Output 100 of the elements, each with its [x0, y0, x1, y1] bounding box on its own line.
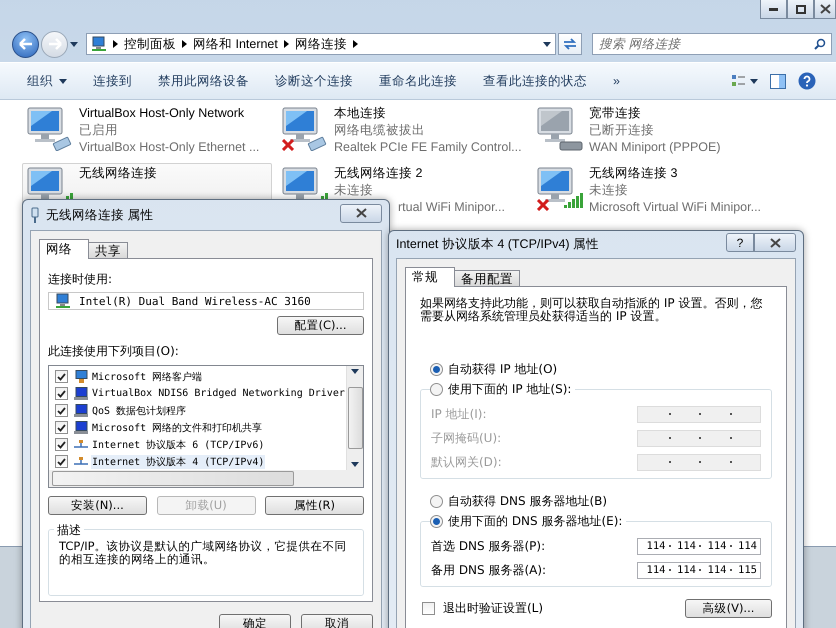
adapter-name: Microsoft Virtual WiFi Minipor...: [589, 199, 762, 216]
close-icon: [356, 208, 366, 218]
checkbox[interactable]: [55, 370, 68, 383]
address-octet: 114: [677, 564, 696, 576]
dialog-title: 无线网络连接 属性: [30, 206, 154, 224]
configure-button[interactable]: 配置(C)...: [277, 316, 364, 335]
action-button[interactable]: 属性(R): [265, 496, 364, 515]
component-item[interactable]: Internet 协议版本 4 (TCP/IPv4): [91, 454, 266, 468]
connection-item[interactable]: VirtualBox Host-Only Network 已启用 VirtualBox Host-Only Ethernet ...: [22, 103, 277, 161]
tab[interactable]: 共享: [88, 242, 128, 259]
tab[interactable]: 网络: [39, 239, 89, 259]
toolbar-button[interactable]: 诊断这个连接: [266, 68, 362, 94]
breadcrumb-link[interactable]: 网络和 Internet: [193, 36, 278, 52]
tab[interactable]: 备用配置: [454, 270, 520, 287]
help-button[interactable]: ?: [726, 233, 754, 252]
field-label: 默认网关(D):: [431, 454, 502, 470]
radio-button[interactable]: [430, 382, 443, 396]
component-item[interactable]: Microsoft 网络客户端: [91, 370, 204, 384]
network-computer-icon: [27, 107, 73, 151]
address-octet: 115: [738, 564, 757, 576]
protocol-icon: [74, 457, 88, 466]
recent-pages-caret-icon: [70, 42, 78, 46]
toolbar-button[interactable]: 查看此连接的状态: [474, 68, 596, 94]
view-list-icon: [732, 74, 758, 88]
breadcrumb-link[interactable]: 控制面板: [124, 36, 176, 52]
field-label: 子网掩码(U):: [431, 430, 502, 446]
radio-button[interactable]: [430, 514, 443, 528]
address-octet: 114: [738, 540, 757, 552]
adapter-name: Realtek PCIe FE Family Control...: [334, 139, 522, 156]
address-bar[interactable]: 控制面板 网络和 Internet 网络连接: [86, 33, 556, 55]
dns-address-field[interactable]: 114 114 114 115: [637, 562, 761, 578]
radio-button[interactable]: [430, 494, 443, 508]
connection-status: 已断开连接: [589, 122, 654, 139]
minimize-icon: [769, 8, 778, 10]
minimize-button[interactable]: [760, 0, 787, 19]
address-octet: 114: [708, 540, 726, 552]
connection-name: 无线网络连接: [79, 165, 157, 182]
connection-item[interactable]: 本地连接 网络电缆被拔出 Realtek PCIe FE Family Control...: [277, 103, 532, 161]
toolbar-button[interactable]: 重命名此连接: [370, 68, 466, 94]
radio-label: 自动获得 IP 地址(O): [448, 360, 558, 378]
search-icon: [814, 38, 826, 50]
arrow-right-icon: [48, 38, 62, 50]
checkbox[interactable]: [55, 387, 68, 400]
tab[interactable]: 常规: [405, 267, 455, 287]
back-button[interactable]: [12, 30, 39, 58]
checkbox[interactable]: [55, 438, 68, 451]
component-item[interactable]: Microsoft 网络的文件和打印机共享: [91, 420, 264, 434]
toolbar-button[interactable]: 禁用此网络设备: [149, 68, 258, 94]
adapter-name: VirtualBox Host-Only Ethernet ...: [79, 139, 260, 156]
radio-label: 使用下面的 IP 地址(S):: [448, 380, 572, 398]
computer-icon: [74, 404, 88, 418]
intro-text: 如果网络支持此功能，则可以获取自动指派的 IP 设置。否则，您需要从网络系统管理员处获得适当的 IP 设置。: [420, 297, 764, 323]
radio-dot-icon: [433, 366, 440, 372]
caret-icon: [351, 462, 359, 467]
search-field[interactable]: 搜索 网络连接: [592, 33, 832, 55]
close-icon: [770, 238, 780, 248]
close-icon: [820, 4, 830, 14]
connection-name: 宽带连接: [589, 105, 641, 122]
component-item[interactable]: VirtualBox NDIS6 Bridged Networking Driver: [91, 388, 346, 399]
checkbox[interactable]: [55, 455, 68, 468]
connection-status: 未连接: [334, 182, 373, 199]
more-commands-button[interactable]: »: [604, 68, 629, 94]
address-octet: 114: [677, 540, 696, 552]
caret-icon: [59, 78, 67, 84]
advanced-button[interactable]: 高级(V)...: [685, 599, 772, 618]
close-button[interactable]: [340, 204, 382, 222]
close-button[interactable]: [754, 233, 796, 252]
adapter-name: rtual WiFi Minipor...: [398, 199, 505, 216]
connection-item[interactable]: 宽带连接 已断开连接 WAN Miniport (PPPOE): [532, 103, 787, 161]
refresh-icon: [563, 38, 577, 50]
organize-menu[interactable]: 组织: [18, 68, 76, 94]
connection-status: 已启用: [79, 122, 118, 139]
radio-button[interactable]: [430, 362, 443, 376]
maximize-icon: [796, 4, 806, 14]
connection-name: 本地连接: [334, 105, 386, 122]
checkbox[interactable]: [55, 404, 68, 417]
checkbox-label: 退出时验证设置(L): [443, 600, 544, 617]
vertical-scrollbar[interactable]: [346, 366, 363, 470]
connection-name: 无线网络连接 2: [334, 165, 422, 182]
help-icon: [798, 72, 816, 90]
maximize-button[interactable]: [787, 0, 814, 19]
toolbar-button[interactable]: 连接到: [84, 68, 141, 94]
component-item[interactable]: Internet 协议版本 6 (TCP/IPv6): [91, 438, 266, 452]
connection-status: 网络电缆被拔出: [334, 122, 425, 139]
checkbox[interactable]: [422, 602, 435, 615]
breadcrumb-link[interactable]: 网络连接: [294, 36, 347, 52]
close-button[interactable]: [814, 0, 836, 19]
chevron-right-icon: [284, 40, 289, 48]
checkbox[interactable]: [55, 421, 68, 434]
component-item[interactable]: QoS 数据包计划程序: [91, 404, 188, 418]
horizontal-scrollbar[interactable]: [49, 470, 363, 487]
adapter-field: Intel(R) Dual Band Wireless-AC 3160: [48, 292, 364, 310]
refresh-button[interactable]: [558, 33, 582, 55]
field-label: 首选 DNS 服务器(P):: [431, 538, 546, 554]
dns-address-field[interactable]: 114 114 114 114: [637, 538, 761, 554]
action-button[interactable]: 安装(N)...: [48, 496, 147, 515]
items-label: 此连接使用下列项目(O):: [48, 343, 179, 360]
address-octet: 114: [646, 564, 666, 576]
connection-item[interactable]: 无线网络连接 3 未连接 Microsoft Virtual WiFi Minipor...: [532, 163, 787, 221]
computer-icon: [74, 386, 88, 400]
